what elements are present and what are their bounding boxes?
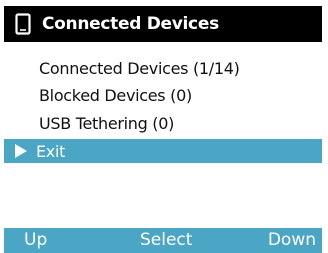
menu-item-label: USB Tethering (0)	[39, 113, 175, 133]
menu-item-exit[interactable]: Exit	[4, 139, 322, 163]
title-bar: Connected Devices	[4, 6, 322, 42]
menu-item-usb-tethering[interactable]: USB Tethering (0)	[4, 111, 322, 135]
select-softkey[interactable]: Select	[140, 230, 192, 250]
menu-item-label: Blocked Devices (0)	[39, 85, 192, 105]
softkey-bar: Up Select Down	[4, 228, 322, 253]
page-title: Connected Devices	[42, 14, 219, 34]
menu-item-label: Exit	[36, 141, 66, 161]
up-softkey[interactable]: Up	[24, 230, 47, 250]
menu-item-connected-devices[interactable]: Connected Devices (1/14)	[4, 56, 322, 80]
menu-item-blocked-devices[interactable]: Blocked Devices (0)	[4, 83, 322, 107]
phone-icon	[13, 13, 33, 35]
menu-item-label: Connected Devices (1/14)	[39, 58, 240, 78]
selection-arrow-icon	[15, 144, 27, 158]
down-softkey[interactable]: Down	[268, 230, 316, 250]
device-screen: Connected Devices Connected Devices (1/1…	[0, 0, 328, 253]
